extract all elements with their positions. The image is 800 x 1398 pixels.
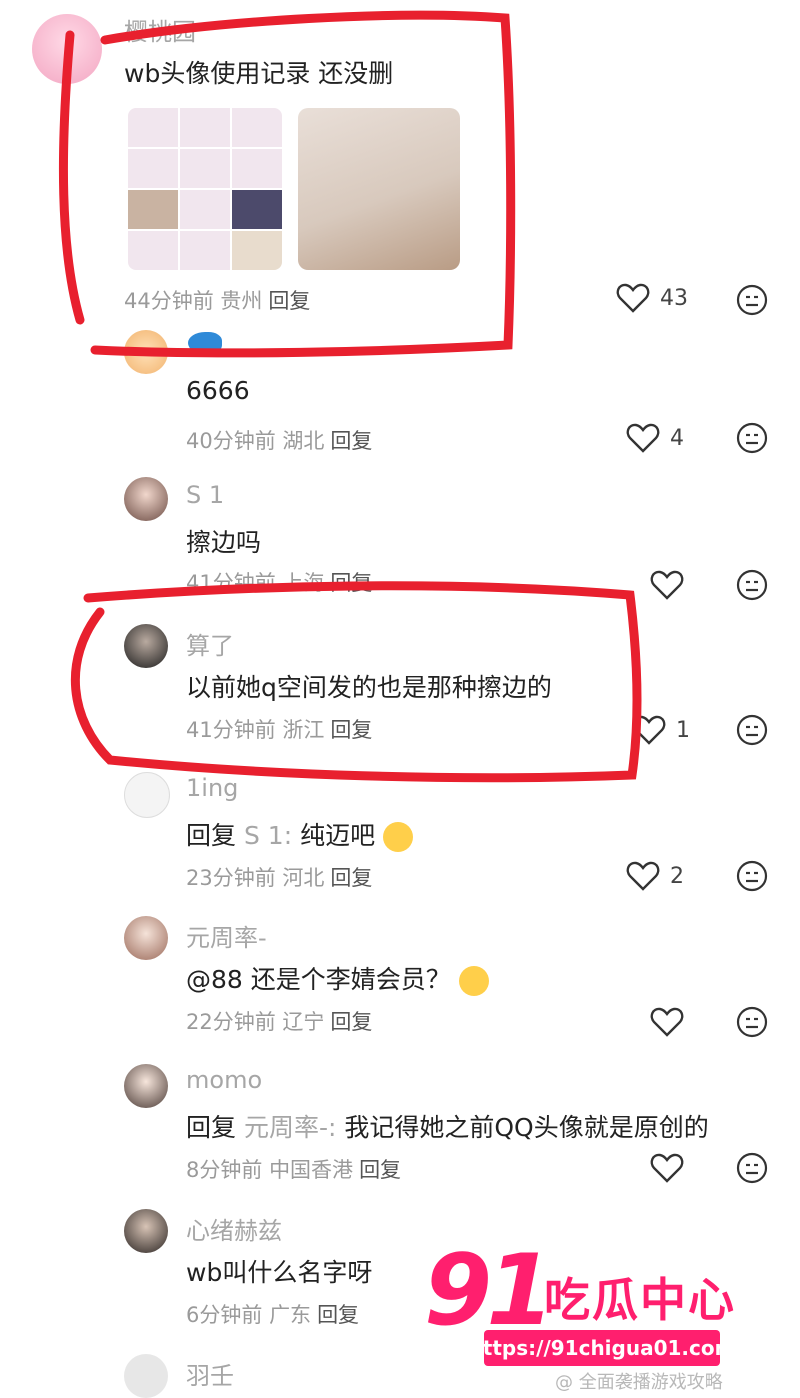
- like-button[interactable]: 43: [616, 282, 688, 314]
- comment-author[interactable]: 心绪赫兹: [186, 1211, 282, 1246]
- heart-icon: [616, 283, 650, 313]
- avatar[interactable]: [124, 772, 170, 818]
- comment-meta: 41分钟前 浙江 回复: [186, 718, 373, 742]
- watermark-url: https://91chigua01.com: [469, 1330, 735, 1366]
- comment-meta: 41分钟前 上海 回复: [186, 571, 373, 595]
- avatar[interactable]: [124, 1354, 168, 1398]
- like-button[interactable]: [650, 569, 684, 601]
- heart-icon: [626, 861, 660, 891]
- comment-meta: 8分钟前 中国香港 回复: [186, 1158, 402, 1182]
- comment-text: 擦边吗: [186, 528, 262, 557]
- heart-icon: [650, 1007, 684, 1037]
- comment-author[interactable]: 元周率-: [186, 918, 267, 953]
- neutral-face-icon[interactable]: [736, 422, 768, 454]
- comment-item[interactable]: momo 回复 元周率-: 我记得她之前QQ头像就是原创的 8分钟前 中国香港回…: [0, 1060, 800, 1195]
- crying-emoji-icon: [458, 966, 489, 996]
- neutral-face-icon[interactable]: [736, 569, 768, 601]
- comment-text: 以前她q空间发的也是那种擦边的: [186, 673, 552, 702]
- avatar[interactable]: [124, 916, 168, 960]
- reply-button[interactable]: 回复: [330, 718, 372, 742]
- like-button[interactable]: 1: [632, 714, 690, 746]
- reply-button[interactable]: 回复: [330, 866, 372, 890]
- comment-text: 回复 S 1: 纯迈吧: [186, 816, 414, 852]
- comment-text: wb头像使用记录 还没删: [124, 59, 394, 88]
- reply-button[interactable]: 回复: [359, 1158, 401, 1182]
- comment-author[interactable]: 1ing: [186, 774, 238, 802]
- comment-author[interactable]: 羽壬: [186, 1356, 234, 1391]
- reply-button[interactable]: 回复: [317, 1303, 359, 1327]
- heart-icon: [626, 423, 660, 453]
- comment-item[interactable]: S 1 擦边吗 41分钟前 上海 回复: [0, 475, 800, 605]
- neutral-face-icon[interactable]: [736, 1152, 768, 1184]
- comment-meta: 6分钟前 广东 回复: [186, 1303, 360, 1327]
- image-grid[interactable]: [128, 108, 282, 270]
- avatar[interactable]: [32, 14, 102, 84]
- comment-item[interactable]: 6666 40分钟前 湖北 回复 4: [0, 330, 800, 470]
- comment-text: 6666: [186, 376, 250, 405]
- watermark-logo: 91 吃瓜中心 https://91chigua01.com: [424, 1242, 764, 1372]
- reply-button[interactable]: 回复: [330, 1010, 372, 1034]
- comment-image[interactable]: [298, 108, 460, 270]
- like-count: 4: [670, 425, 684, 451]
- comment-text: @88 还是个李婧会员？: [186, 960, 489, 996]
- comment-text: wb叫什么名字呀: [186, 1258, 373, 1287]
- comment-text: 回复 元周率-: 我记得她之前QQ头像就是原创的: [186, 1113, 709, 1142]
- comment-item[interactable]: 樱桃园 wb头像使用记录 还没删 44分钟前 贵州 回复 43: [0, 0, 800, 330]
- neutral-face-icon[interactable]: [736, 860, 768, 892]
- comment-item[interactable]: 元周率- @88 还是个李婧会员？ 22分钟前 辽宁 回复: [0, 912, 800, 1052]
- heart-icon: [632, 715, 666, 745]
- crying-emoji-icon: [383, 822, 414, 852]
- comment-author[interactable]: 樱桃园: [124, 12, 196, 47]
- neutral-face-icon[interactable]: [736, 1006, 768, 1038]
- watermark-number: 91: [424, 1234, 554, 1348]
- comment-item[interactable]: 算了 以前她q空间发的也是那种擦边的 41分钟前 浙江 回复 1: [0, 620, 800, 760]
- comment-meta: 40分钟前 湖北 回复: [186, 429, 373, 453]
- source-credit: @ 全面袭播游戏攻略: [555, 1372, 723, 1393]
- comment-meta: 22分钟前 辽宁 回复: [186, 1010, 373, 1034]
- reply-button[interactable]: 回复: [330, 571, 372, 595]
- avatar[interactable]: [124, 1064, 168, 1108]
- like-button[interactable]: 4: [626, 422, 684, 454]
- like-button[interactable]: [650, 1006, 684, 1038]
- like-count: 2: [670, 863, 684, 889]
- like-count: 1: [676, 717, 690, 743]
- avatar[interactable]: [124, 1209, 168, 1253]
- neutral-face-icon[interactable]: [736, 714, 768, 746]
- avatar[interactable]: [124, 330, 168, 374]
- comment-item[interactable]: 1ing 回复 S 1: 纯迈吧 23分钟前 河北 回复 2: [0, 770, 800, 900]
- neutral-face-icon[interactable]: [736, 284, 768, 316]
- heart-icon: [650, 570, 684, 600]
- comment-author[interactable]: 算了: [186, 626, 234, 661]
- avatar[interactable]: [124, 477, 168, 521]
- watermark-title: 吃瓜中心: [544, 1273, 736, 1327]
- comment-meta: 44分钟前 贵州 回复: [124, 289, 311, 313]
- comment-author[interactable]: S 1: [186, 481, 224, 509]
- fish-emoji-icon: [188, 332, 222, 354]
- reply-button[interactable]: 回复: [268, 289, 310, 313]
- avatar[interactable]: [124, 624, 168, 668]
- comment-meta: 23分钟前 河北 回复: [186, 866, 373, 890]
- like-button[interactable]: 2: [626, 860, 684, 892]
- reply-button[interactable]: 回复: [330, 429, 372, 453]
- like-button[interactable]: [650, 1152, 684, 1184]
- heart-icon: [650, 1153, 684, 1183]
- like-count: 43: [660, 285, 688, 311]
- comment-author[interactable]: momo: [186, 1066, 262, 1094]
